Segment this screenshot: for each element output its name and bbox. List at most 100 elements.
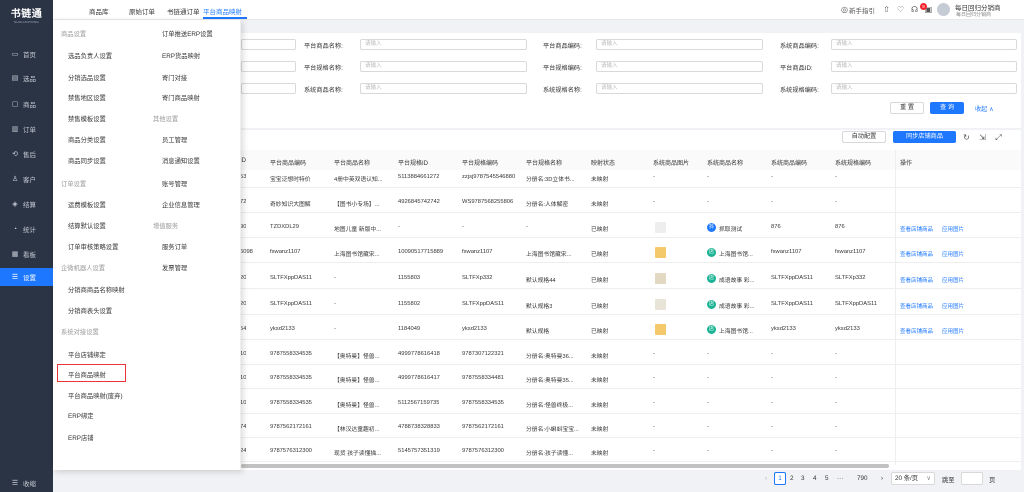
page-size-select[interactable]: 20 条/页 ∨	[891, 472, 935, 485]
page-button[interactable]: 790	[857, 475, 868, 482]
menu-item[interactable]: 结算默认设置	[68, 221, 106, 230]
prev-page-icon[interactable]: ‹	[765, 475, 767, 482]
menu-item[interactable]: 选品负责人设置	[68, 51, 112, 60]
guide-link[interactable]: 新手指引	[849, 5, 875, 15]
filter-input[interactable]: 请输入	[831, 61, 1017, 72]
auto-config-button[interactable]: 自动配置	[842, 131, 886, 143]
filter-input-left[interactable]	[241, 83, 296, 94]
refresh-icon[interactable]: ↻	[962, 133, 971, 142]
view-store-product-link[interactable]: 查看店铺商品	[900, 327, 933, 335]
table-cell: 4999778616418	[398, 351, 440, 357]
page-button[interactable]: ···	[837, 475, 843, 482]
avatar[interactable]	[937, 3, 950, 16]
menu-item[interactable]: 订单推送ERP设置	[162, 29, 213, 38]
sidebar-item-product[interactable]: ▢ 商品	[0, 95, 53, 113]
tab-slt-orders[interactable]: 书链通订单	[167, 6, 200, 16]
product-thumbnail[interactable]	[655, 324, 666, 335]
view-store-product-link[interactable]: 查看店铺商品	[900, 225, 933, 233]
menu-item[interactable]: 平台商品映射(废弃)	[68, 391, 123, 400]
tab-original-orders[interactable]: 原始订单	[129, 6, 155, 16]
sidebar-item-monitor[interactable]: ▭ 首页	[0, 45, 53, 63]
view-store-product-link[interactable]: 查看店铺商品	[900, 276, 933, 284]
menu-item[interactable]: 分销选品设置	[68, 73, 106, 82]
search-button[interactable]: 查 询	[930, 102, 964, 114]
apply-image-link[interactable]: 应用图片	[942, 302, 964, 310]
menu-item[interactable]: 员工管理	[162, 135, 187, 144]
jump-page-input[interactable]	[961, 472, 983, 485]
menu-item[interactable]: 禁售模板设置	[68, 114, 106, 123]
apply-image-link[interactable]: 应用图片	[942, 225, 964, 233]
sidebar-item-settle[interactable]: ◈ 结算	[0, 195, 53, 213]
table-cell: 1155802	[398, 301, 421, 307]
sidebar-item-order[interactable]: ▥ 订单	[0, 120, 53, 138]
filter-input[interactable]: 请输入	[596, 39, 763, 50]
product-thumbnail[interactable]	[655, 299, 666, 310]
page-button[interactable]: 3	[801, 475, 805, 482]
menu-item[interactable]: 账号管理	[162, 179, 187, 188]
page-button[interactable]: 4	[813, 475, 817, 482]
apply-image-link[interactable]: 应用图片	[942, 327, 964, 335]
page-button-current[interactable]: 1	[774, 472, 786, 485]
menu-item[interactable]: 商品同步设置	[68, 156, 106, 165]
menu-item[interactable]: 寄门商品映射	[162, 93, 200, 102]
headset-icon[interactable]: ☊	[910, 5, 919, 14]
filter-input[interactable]: 请输入	[360, 61, 527, 72]
filter-input[interactable]: 请输入	[831, 39, 1017, 50]
fullscreen-icon[interactable]: ⤢	[994, 133, 1003, 142]
reset-button[interactable]: 重 置	[890, 102, 924, 114]
horizontal-scrollbar[interactable]	[241, 464, 889, 468]
cart-icon[interactable]: ♡	[896, 5, 905, 14]
product-thumbnail[interactable]	[655, 247, 666, 258]
menu-item[interactable]: ERP绑定	[68, 411, 94, 420]
tab-product-library[interactable]: 商品库	[89, 6, 109, 16]
menu-item[interactable]: 企业信息管理	[162, 200, 200, 209]
menu-item[interactable]: 服务订单	[162, 242, 187, 251]
menu-item[interactable]: ERP店铺	[68, 433, 94, 442]
sync-store-products-button[interactable]: 同步店铺商品	[893, 131, 956, 143]
filter-input[interactable]: 请输入	[831, 83, 1017, 94]
sidebar-item-board[interactable]: ▦ 看板	[0, 245, 53, 263]
sidebar-item-stats[interactable]: ◔ 统计	[0, 220, 53, 238]
apply-image-link[interactable]: 应用图片	[942, 250, 964, 258]
filter-input-left[interactable]	[241, 39, 296, 50]
menu-item[interactable]: 分销商商品名称映射	[68, 285, 125, 294]
menu-item[interactable]: 消息通知设置	[162, 156, 200, 165]
filter-input[interactable]: 请输入	[360, 83, 527, 94]
upload-icon[interactable]: ⇧	[882, 5, 891, 14]
menu-item[interactable]: 运费模板设置	[68, 200, 106, 209]
menu-item[interactable]: 寄门对接	[162, 73, 187, 82]
sidebar-collapse[interactable]: ☰ 收缩	[0, 474, 53, 492]
table-cell: -	[835, 351, 837, 357]
product-thumbnail[interactable]	[655, 222, 666, 233]
page-button[interactable]: 5	[825, 475, 829, 482]
collapse-filter-link[interactable]: 收起 ∧	[975, 104, 994, 113]
filter-input[interactable]: 请输入	[360, 39, 527, 50]
menu-item[interactable]: ERP货品映射	[162, 51, 200, 60]
view-store-product-link[interactable]: 查看店铺商品	[900, 302, 933, 310]
menu-item[interactable]: 禁售地区设置	[68, 93, 106, 102]
filter-input-left[interactable]	[241, 61, 296, 72]
sidebar-item-aftersale[interactable]: ⟲ 售后	[0, 145, 53, 163]
filter-input[interactable]: 请输入	[596, 83, 763, 94]
menu-item[interactable]: 商品分类设置	[68, 135, 106, 144]
tab-platform-product-mapping[interactable]: 平台商品映射	[203, 6, 242, 16]
menu-item[interactable]: 发票管理	[162, 263, 187, 272]
chevron-up-icon: ∧	[989, 106, 994, 113]
column-header: 系统商品名称	[707, 161, 744, 167]
menu-item[interactable]: 平台店铺绑定	[68, 350, 106, 359]
filter-input[interactable]: 请输入	[596, 61, 763, 72]
table-cell: 【奥特曼】怪兽...	[334, 378, 380, 384]
page-button[interactable]: 2	[790, 475, 794, 482]
next-page-icon[interactable]: ›	[881, 475, 883, 482]
apply-image-link[interactable]: 应用图片	[942, 276, 964, 284]
sidebar-item-settings[interactable]: ☰ 设置	[0, 268, 53, 286]
product-thumbnail[interactable]	[655, 273, 666, 284]
sidebar-item-customer[interactable]: ♙ 客户	[0, 170, 53, 188]
menu-item[interactable]: 订单审核策略设置	[68, 242, 118, 251]
table-cell: -	[653, 375, 655, 381]
sidebar-item-select[interactable]: ▤ 选品	[0, 69, 53, 87]
select-icon: ▤	[11, 75, 19, 82]
view-store-product-link[interactable]: 查看店铺商品	[900, 250, 933, 258]
menu-item[interactable]: 分销商表头设置	[68, 306, 112, 315]
export-icon[interactable]: ⇲	[978, 133, 987, 142]
